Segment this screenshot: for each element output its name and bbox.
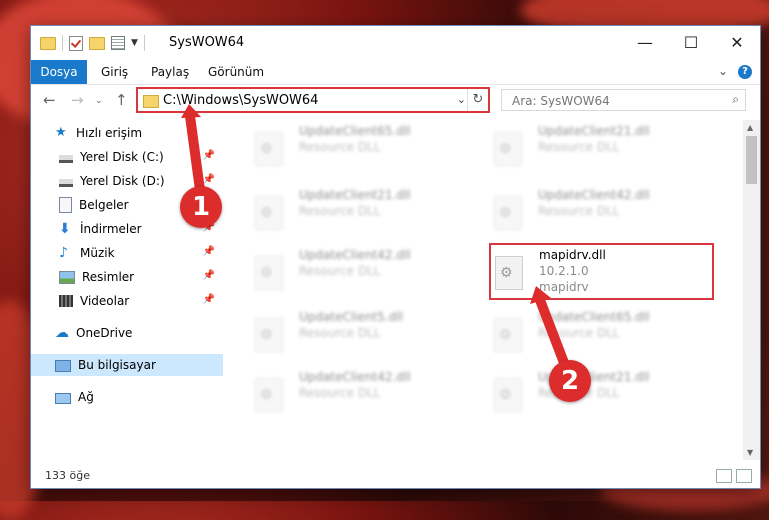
tab-file[interactable]: Dosya: [31, 60, 87, 84]
drive-icon: [59, 154, 73, 163]
vertical-scrollbar[interactable]: ▲ ▼: [743, 120, 760, 460]
star-icon: ★: [55, 125, 67, 140]
pin-icon: 📌: [202, 246, 215, 257]
cloud-icon: ☁: [55, 325, 69, 341]
dll-file-icon: [494, 132, 522, 166]
address-bar[interactable]: C:\Windows\SysWOW64 ⌄ ↻: [136, 87, 490, 113]
title-bar: ▼ SysWOW64 — ☐ ✕: [31, 26, 760, 60]
forward-arrow-icon[interactable]: →: [71, 91, 84, 109]
address-path[interactable]: C:\Windows\SysWOW64: [163, 93, 318, 108]
dll-file-icon: [494, 318, 522, 352]
callout-badge-1: 1: [180, 186, 222, 228]
list-item[interactable]: UpdateClient21.dll Resource DLL: [466, 120, 686, 174]
dll-file-icon: [255, 196, 283, 230]
close-button[interactable]: ✕: [714, 26, 760, 58]
tab-home[interactable]: Giriş: [101, 60, 128, 84]
sidebar-item-music[interactable]: ♪ Müzik 📌: [31, 242, 223, 264]
dll-file-icon: [255, 256, 283, 290]
sidebar-item-onedrive[interactable]: ☁ OneDrive: [31, 322, 223, 344]
list-item[interactable]: UpdateClient65.dll Resource DLL: [466, 306, 686, 360]
computer-icon: [55, 359, 71, 372]
new-folder-icon[interactable]: [89, 36, 105, 50]
mapidrv-highlight-box: [489, 243, 714, 300]
document-icon: [59, 197, 72, 213]
picture-icon: [59, 271, 75, 284]
back-arrow-icon[interactable]: ←: [43, 91, 56, 109]
list-item[interactable]: UpdateClient42.dll Resource DLL: [227, 366, 447, 420]
list-item[interactable]: UpdateClient42.dll Resource DLL: [466, 184, 686, 238]
search-box[interactable]: ⌕: [501, 89, 746, 111]
network-icon: [55, 392, 71, 404]
dll-file-icon: [255, 318, 283, 352]
pin-icon: 📌: [202, 294, 215, 305]
large-icons-view-icon[interactable]: [736, 469, 752, 483]
help-icon[interactable]: ?: [738, 65, 752, 79]
status-bar: 133 öğe: [31, 464, 760, 488]
list-item[interactable]: UpdateClient42.dll Resource DLL: [227, 244, 447, 298]
rename-icon[interactable]: [111, 36, 125, 50]
list-item[interactable]: UpdateClient5.dll Resource DLL: [227, 306, 447, 360]
tab-share[interactable]: Paylaş: [151, 60, 189, 84]
search-input[interactable]: [510, 93, 714, 109]
download-arrow-icon: ⬇: [59, 221, 71, 237]
navigation-pane: ★ Hızlı erişim Yerel Disk (C:) 📌 Yerel D…: [31, 122, 226, 462]
customize-toolbar-chevron-icon[interactable]: ▼: [131, 38, 138, 48]
recent-locations-chevron-icon[interactable]: ⌄: [95, 96, 103, 106]
film-icon: [59, 295, 73, 307]
sidebar-item-network[interactable]: Ağ: [31, 386, 223, 408]
explorer-window: ▼ SysWOW64 — ☐ ✕ Dosya Giriş Paylaş Görü…: [31, 26, 760, 488]
pin-icon: 📌: [202, 150, 215, 161]
minimize-button[interactable]: —: [622, 26, 668, 58]
dll-file-icon: [494, 378, 522, 412]
address-dropdown-chevron-icon[interactable]: ⌄: [457, 93, 466, 106]
navigation-bar: ← → ⌄ ↑ C:\Windows\SysWOW64 ⌄ ↻ ⌕: [31, 85, 760, 117]
list-item[interactable]: UpdateClient21.dll Resource DLL: [227, 184, 447, 238]
sidebar-item-pictures[interactable]: Resimler 📌: [31, 266, 223, 288]
music-note-icon: ♪: [59, 245, 68, 261]
sidebar-item-this-pc[interactable]: Bu bilgisayar: [31, 354, 223, 376]
scroll-down-icon[interactable]: ▼: [747, 448, 753, 457]
dll-file-icon: [494, 196, 522, 230]
sidebar-item-local-disk-c[interactable]: Yerel Disk (C:) 📌: [31, 146, 223, 168]
maximize-button[interactable]: ☐: [668, 26, 714, 58]
details-view-icon[interactable]: [716, 469, 732, 483]
list-item[interactable]: UpdateClient65.dll Resource DLL: [227, 120, 447, 174]
scroll-up-icon[interactable]: ▲: [747, 123, 753, 132]
item-count: 133 öğe: [45, 469, 90, 482]
ribbon-tabs: Dosya Giriş Paylaş Görünüm ⌄ ?: [31, 60, 760, 85]
window-title: SysWOW64: [169, 35, 245, 50]
dll-file-icon: [255, 378, 283, 412]
tab-view[interactable]: Görünüm: [208, 60, 264, 84]
view-toggle: [716, 469, 752, 483]
quick-access-toolbar: ▼: [40, 35, 145, 51]
pin-icon: 📌: [202, 270, 215, 281]
expand-ribbon-chevron-icon[interactable]: ⌄: [718, 64, 728, 78]
properties-check-icon[interactable]: [69, 35, 83, 51]
scrollbar-thumb[interactable]: [746, 136, 757, 184]
pin-icon: 📌: [202, 174, 215, 185]
window-controls: — ☐ ✕: [622, 26, 760, 58]
refresh-icon[interactable]: ↻: [467, 89, 488, 111]
dll-file-icon: [255, 132, 283, 166]
callout-badge-2: 2: [549, 360, 591, 402]
folder-icon: [40, 36, 56, 50]
sidebar-item-videos[interactable]: Videolar 📌: [31, 290, 223, 312]
search-icon[interactable]: ⌕: [732, 92, 739, 107]
drive-icon: [59, 178, 73, 187]
up-arrow-icon[interactable]: ↑: [115, 91, 128, 109]
folder-icon: [143, 95, 159, 108]
sidebar-item-quick-access[interactable]: ★ Hızlı erişim: [31, 122, 223, 144]
